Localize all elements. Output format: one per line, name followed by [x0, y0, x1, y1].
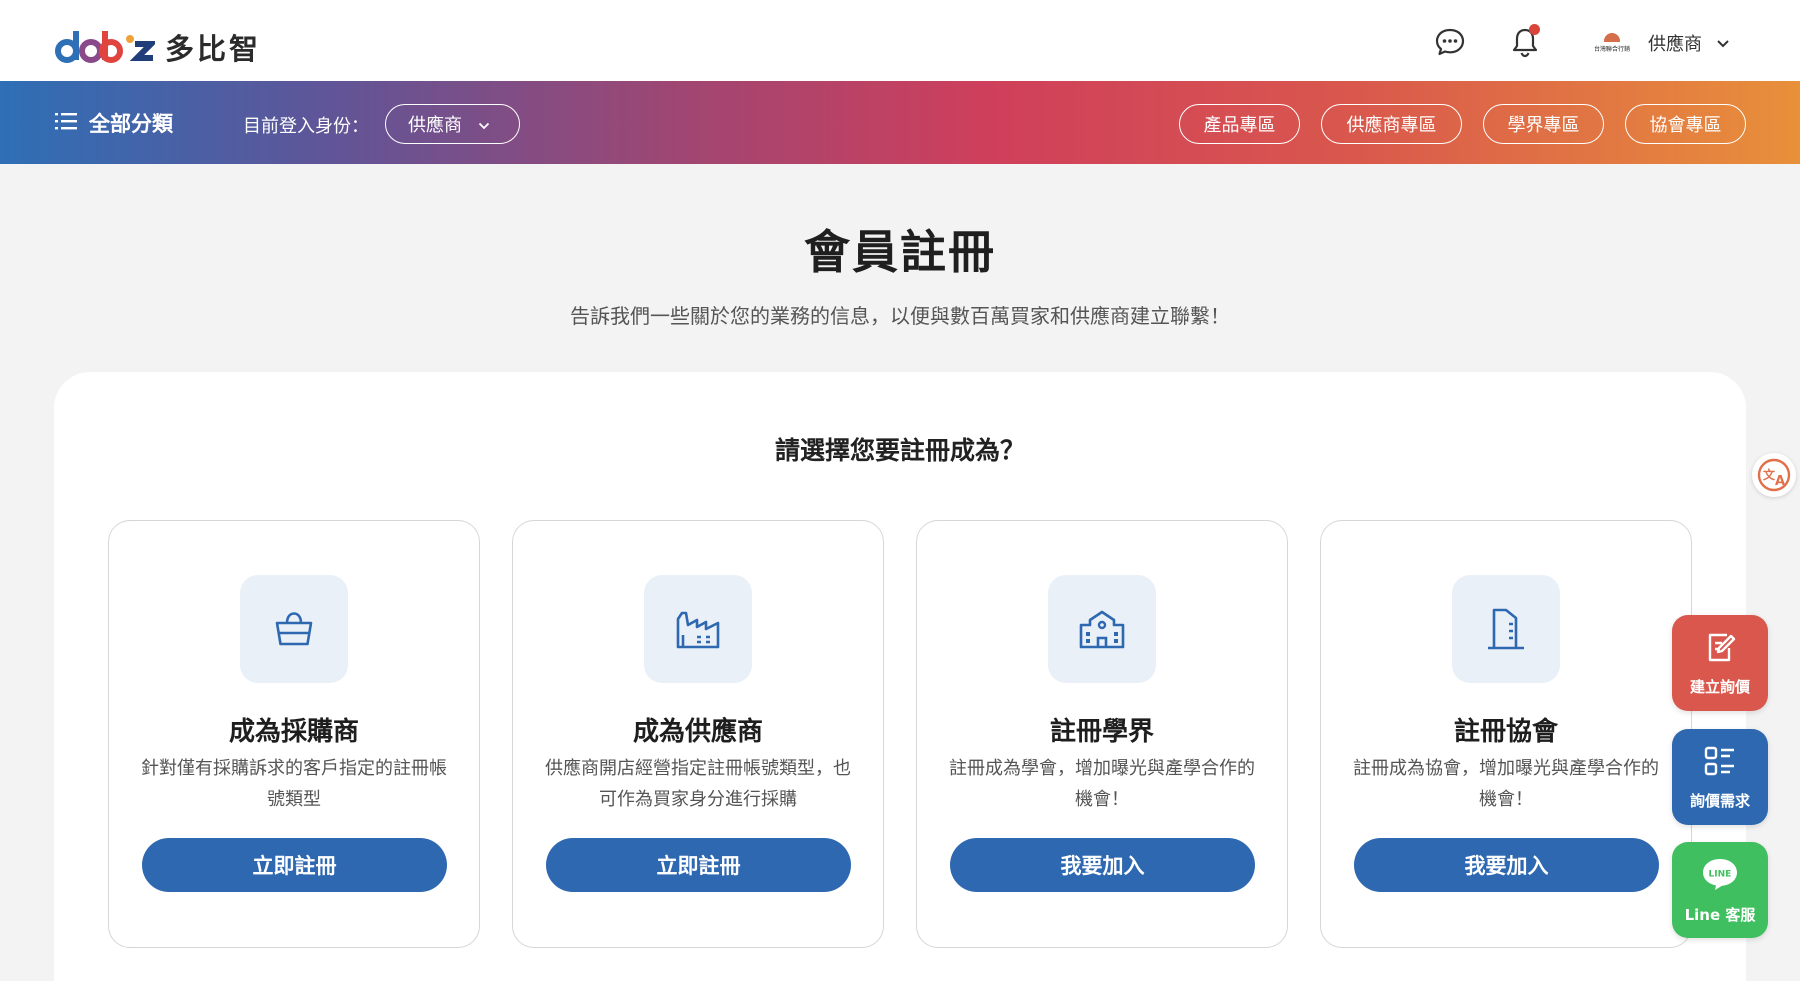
create-inquiry-label: 建立詢價 — [1689, 677, 1750, 696]
option-card-buyer: 成為採購商 針對僅有採購訴求的客戶指定的註冊帳號類型 立即註冊 — [108, 520, 480, 948]
notification-dot — [1529, 24, 1540, 35]
nav-link-associations[interactable]: 協會專區 — [1625, 104, 1746, 144]
site-logo[interactable]: 多比智 — [55, 26, 261, 68]
line-service-button[interactable]: LINE Line 客服 — [1672, 842, 1768, 938]
join-academia-button[interactable]: 我要加入 — [950, 838, 1255, 892]
line-logo-icon: LINE — [1700, 856, 1740, 896]
svg-text:LINE: LINE — [1709, 869, 1732, 879]
translate-icon[interactable]: 文 A — [1752, 453, 1796, 497]
top-bar: 多比智 台灣聯合行銷 供應商 — [0, 0, 1800, 81]
account-menu[interactable]: 台灣聯合行銷 供應商 — [1586, 28, 1730, 58]
inquiry-needs-label: 詢價需求 — [1689, 791, 1750, 810]
account-name: 供應商 — [1648, 34, 1702, 55]
option-title: 註冊學界 — [1049, 717, 1154, 747]
option-description: 註冊成為學會，增加曝光與產學合作的機會！ — [949, 758, 1255, 810]
svg-text:A: A — [1775, 474, 1785, 489]
option-title: 成為供應商 — [632, 717, 763, 747]
role-select[interactable]: 供應商 — [385, 104, 520, 144]
page-title: 會員註冊 — [804, 225, 996, 279]
inquiry-needs-button[interactable]: 詢價需求 — [1672, 729, 1768, 825]
nav-link-products[interactable]: 產品專區 — [1179, 104, 1300, 144]
company-logo: 台灣聯合行銷 — [1586, 31, 1638, 55]
all-categories-label: 全部分類 — [89, 112, 173, 136]
option-description: 供應商開店經營指定註冊帳號類型，也可作為買家身分進行採購 — [545, 758, 851, 810]
nav-link-academia[interactable]: 學界專區 — [1483, 104, 1604, 144]
factory-icon — [644, 575, 752, 683]
list-icon — [55, 111, 77, 135]
registration-card: 請選擇您要註冊成為？ 成為採購商 針對僅有採購訴求的客戶指定的註冊帳號類型 立即… — [54, 372, 1746, 981]
option-description: 註冊成為協會，增加曝光與產學合作的機會！ — [1353, 758, 1659, 810]
chevron-down-icon — [478, 115, 490, 134]
line-service-label: Line 客服 — [1684, 905, 1756, 924]
option-card-association: 註冊協會 註冊成為協會，增加曝光與產學合作的機會！ 我要加入 — [1320, 520, 1692, 948]
logo-text: 多比智 — [165, 32, 262, 66]
option-card-supplier: 成為供應商 供應商開店經營指定註冊帳號類型，也可作為買家身分進行採購 立即註冊 — [512, 520, 884, 948]
register-supplier-button[interactable]: 立即註冊 — [546, 838, 851, 892]
all-categories-button[interactable]: 全部分類 — [55, 108, 173, 138]
school-icon — [1048, 575, 1156, 683]
page-subtitle: 告訴我們一些關於您的業務的信息，以便與數百萬買家和供應商建立聯繫！ — [570, 304, 1230, 328]
join-association-button[interactable]: 我要加入 — [1354, 838, 1659, 892]
building-icon — [1452, 575, 1560, 683]
option-title: 成為採購商 — [228, 717, 359, 747]
category-nav-bar: 全部分類 目前登入身份： 供應商 產品專區 供應商專區 學界專區 協會專區 — [0, 81, 1800, 164]
chevron-down-icon — [1716, 34, 1730, 53]
role-select-value: 供應商 — [408, 115, 462, 136]
register-buyer-button[interactable]: 立即註冊 — [142, 838, 447, 892]
option-description: 針對僅有採購訴求的客戶指定的註冊帳號類型 — [141, 758, 447, 810]
chat-bubble-icon[interactable] — [1432, 24, 1468, 60]
edit-note-icon — [1703, 630, 1737, 668]
option-card-academia: 註冊學界 註冊成為學會，增加曝光與產學合作的機會！ 我要加入 — [916, 520, 1288, 948]
option-title: 註冊協會 — [1453, 717, 1558, 747]
nav-link-suppliers[interactable]: 供應商專區 — [1321, 104, 1462, 144]
registration-question: 請選擇您要註冊成為？ — [774, 436, 1025, 465]
shopping-basket-icon — [240, 575, 348, 683]
create-inquiry-button[interactable]: 建立詢價 — [1672, 615, 1768, 711]
role-label: 目前登入身份： — [243, 116, 369, 137]
grid-list-icon — [1703, 744, 1737, 782]
bell-icon[interactable] — [1507, 24, 1543, 60]
dobiz-logo-mark — [55, 27, 155, 67]
